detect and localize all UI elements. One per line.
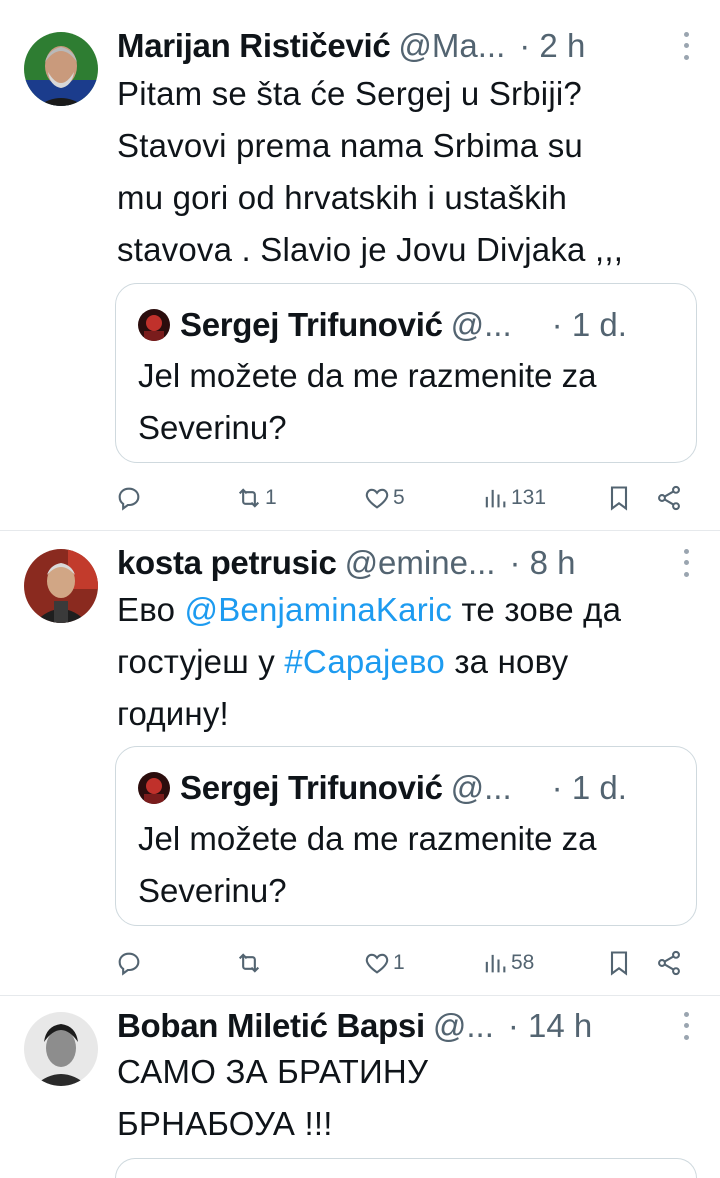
quoted-text-line: Jel možete da me razmenite za [138, 820, 597, 857]
tweet-2[interactable]: kosta petrusic @emine... · 8 h Ево @Benj… [0, 531, 720, 995]
tweet-text-line: САМО ЗА БРАТИНУ [117, 1053, 429, 1090]
retweet-button[interactable] [235, 943, 265, 983]
avatar[interactable] [24, 1012, 98, 1086]
quoted-text-line: Severinu? [138, 409, 287, 446]
more-icon[interactable] [680, 1009, 692, 1043]
like-button[interactable]: 5 [363, 478, 405, 518]
share-icon [658, 485, 680, 511]
retweet-icon [238, 488, 260, 508]
tweet-text: Pitam se šta će Sergej u Srbiji? Stavovi… [117, 68, 696, 276]
tweet-text-line: гостујеш у #Сарајево за нову [117, 636, 696, 688]
reply-icon [118, 487, 140, 511]
hashtag-link[interactable]: #Сарајево [284, 643, 445, 680]
retweet-icon [238, 953, 260, 973]
reply-button[interactable] [115, 943, 145, 983]
tweet-text: САМО ЗА БРАТИНУ БРНАБОУА !!! [117, 1046, 696, 1150]
bookmark-icon [610, 486, 628, 511]
tweet-text: Ево @BenjaminaKaric те зове да гостујеш … [117, 584, 696, 740]
tweet-text-line: Stavovi prema nama Srbima su [117, 127, 583, 164]
tweet-text-line: Pitam se šta će Sergej u Srbiji? [117, 75, 582, 112]
author-handle[interactable]: @emine... [345, 544, 496, 582]
quoted-author-handle: @... [450, 769, 512, 806]
quoted-author-name: Sergej Trifunović [180, 306, 443, 343]
quoted-author-name: Sergej Trifunović [180, 769, 443, 806]
share-icon [658, 950, 680, 976]
text-span: за нову [444, 643, 569, 680]
retweet-count: 1 [265, 486, 277, 509]
author-name[interactable]: Boban Miletić Bapsi [117, 1007, 425, 1045]
timestamp[interactable]: · 8 h [509, 544, 575, 582]
reply-icon [118, 952, 140, 976]
action-bar: 1 58 [115, 943, 695, 983]
views-icon [485, 954, 506, 973]
share-button[interactable] [655, 943, 683, 983]
like-icon [365, 953, 389, 974]
tweet-text-line: БРНАБОУА !!! [117, 1105, 333, 1142]
quoted-timestamp: · 1 d. [551, 306, 627, 343]
quoted-timestamp: · 1 d. [551, 769, 627, 806]
tweet-text-line: mu gori od hrvatskih i ustaških [117, 179, 568, 216]
tweet-1[interactable]: Marijan Rističević @Ma... · 2 h Pitam se… [0, 0, 720, 530]
like-count: 1 [393, 951, 405, 974]
more-icon[interactable] [680, 29, 692, 63]
text-span: Ево [117, 591, 185, 628]
share-button[interactable] [655, 478, 683, 518]
quoted-text: Jel možete da me razmenite za Severinu? [138, 350, 674, 454]
tweet-text-line: Ево @BenjaminaKaric те зове да [117, 584, 696, 636]
more-icon[interactable] [680, 546, 692, 580]
quoted-text: Jel možete da me razmenite za Severinu? [138, 813, 674, 917]
quoted-tweet-partial[interactable] [115, 1158, 697, 1178]
text-span: те зове да [452, 591, 622, 628]
timestamp[interactable]: · 14 h [508, 1007, 592, 1045]
tweet-text-line: годину! [117, 695, 229, 732]
mention-link[interactable]: @BenjaminaKaric [185, 591, 453, 628]
like-button[interactable]: 1 [363, 943, 405, 983]
bookmark-icon [610, 951, 628, 976]
bookmark-button[interactable] [605, 943, 633, 983]
quoted-avatar [138, 309, 170, 341]
text-span: гостујеш у [117, 643, 285, 680]
like-count: 5 [393, 486, 405, 509]
quoted-author-handle: @... [450, 306, 512, 343]
avatar[interactable] [24, 549, 98, 623]
quoted-tweet[interactable]: Sergej Trifunović @... · 1 d. Jel možete… [115, 283, 697, 463]
views-count: 131 [511, 486, 547, 509]
author-handle[interactable]: @... [433, 1007, 494, 1045]
tweet-3[interactable]: Boban Miletić Bapsi @... · 14 h САМО ЗА … [0, 996, 720, 1178]
like-icon [365, 488, 389, 509]
reply-button[interactable] [115, 478, 145, 518]
bookmark-button[interactable] [605, 478, 633, 518]
author-name[interactable]: kosta petrusic [117, 544, 337, 582]
views-button[interactable]: 131 [481, 478, 546, 518]
views-icon [485, 489, 506, 508]
quoted-text-line: Jel možete da me razmenite za [138, 357, 597, 394]
avatar[interactable] [24, 32, 98, 106]
quoted-text-line: Severinu? [138, 872, 287, 909]
quoted-avatar [138, 772, 170, 804]
views-count: 58 [511, 951, 535, 974]
retweet-button[interactable]: 1 [235, 478, 277, 518]
views-button[interactable]: 58 [481, 943, 534, 983]
author-handle[interactable]: @Ma... [398, 27, 505, 65]
action-bar: 1 5 131 [115, 478, 695, 518]
author-name[interactable]: Marijan Rističević [117, 27, 391, 65]
quoted-tweet[interactable]: Sergej Trifunović @... · 1 d. Jel možete… [115, 746, 697, 926]
tweet-text-line: stavova . Slavio je Jovu Divjaka ,,, [117, 231, 624, 268]
timestamp[interactable]: · 2 h [519, 27, 585, 65]
